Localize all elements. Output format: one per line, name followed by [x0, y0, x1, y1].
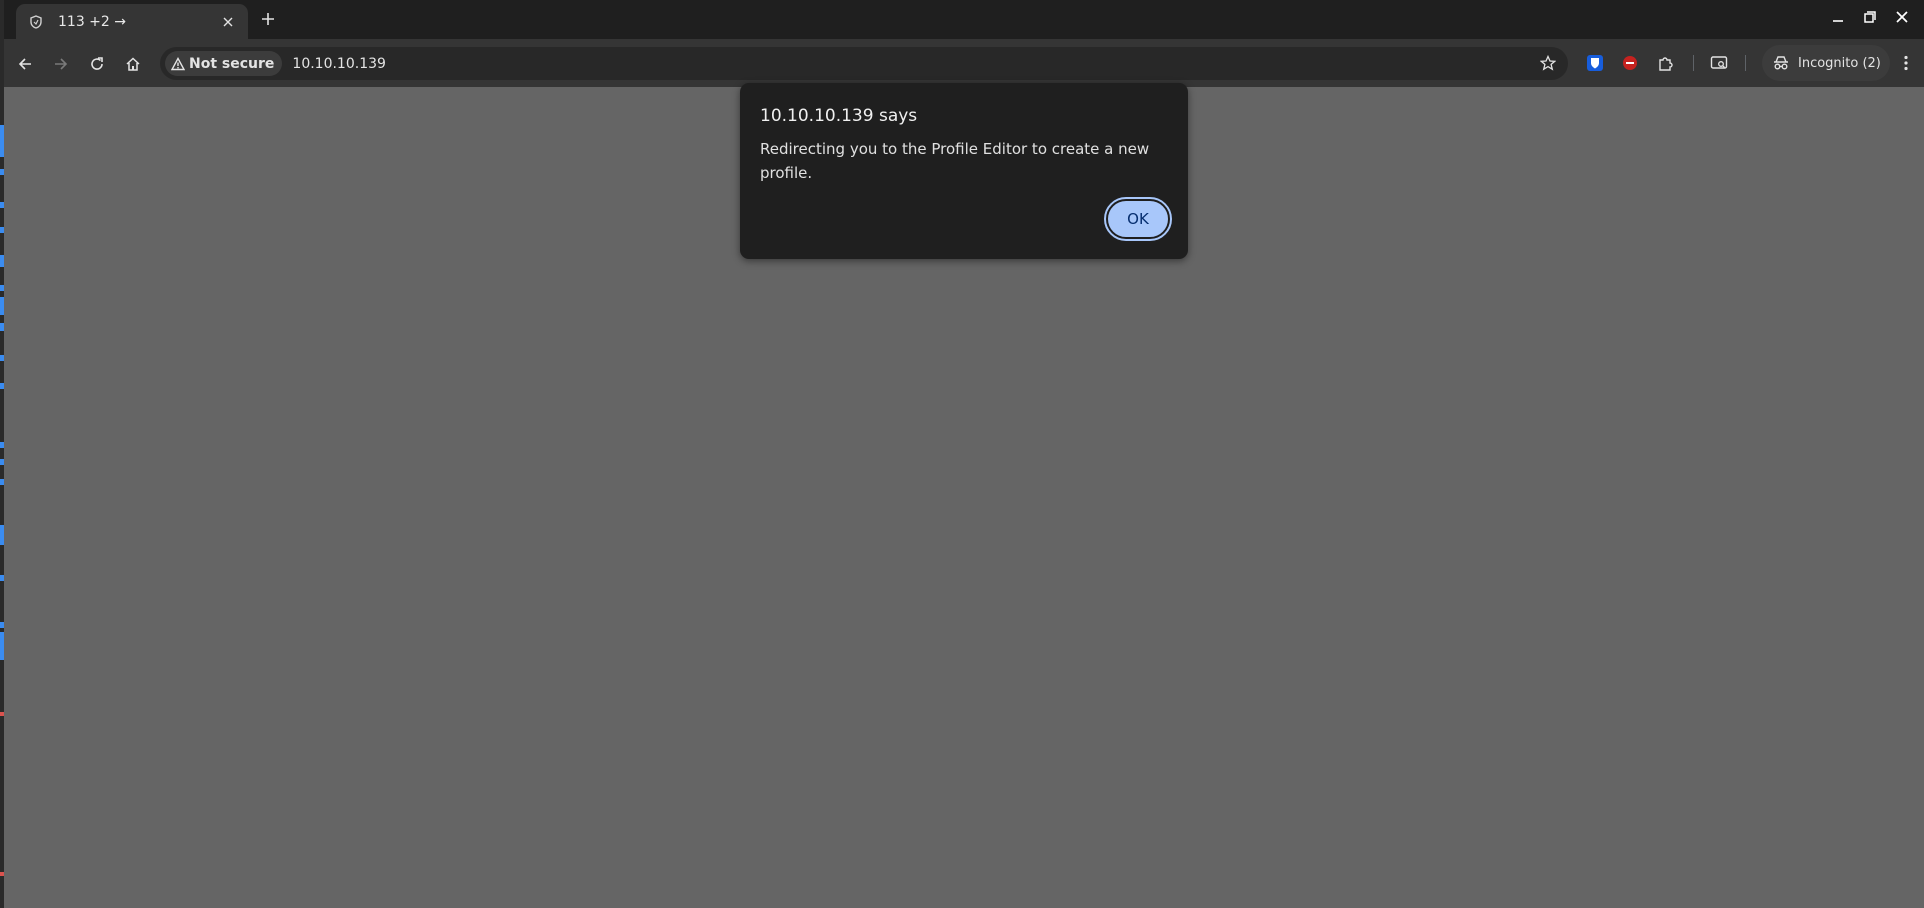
minimize-icon[interactable]: [1828, 7, 1848, 27]
bitwarden-extension-icon[interactable]: [1583, 51, 1607, 75]
close-window-icon[interactable]: [1892, 7, 1912, 27]
tab-search-icon[interactable]: [1707, 51, 1731, 75]
restore-icon[interactable]: [1860, 7, 1880, 27]
url-text[interactable]: 10.10.10.139: [292, 56, 386, 72]
back-arrow-icon[interactable]: [12, 51, 38, 77]
active-tab[interactable]: 113 +2 →: [16, 4, 248, 39]
alert-dialog: 10.10.10.139 says Redirecting you to the…: [740, 83, 1188, 259]
address-bar[interactable]: Not secure 10.10.10.139: [160, 47, 1568, 80]
dialog-title: 10.10.10.139 says: [760, 106, 918, 126]
toolbar-divider: [1745, 55, 1746, 71]
tab-strip: 113 +2 →: [0, 0, 1924, 39]
extensions-puzzle-icon[interactable]: [1654, 51, 1678, 75]
new-tab-plus-icon[interactable]: [256, 7, 280, 31]
block-extension-icon[interactable]: [1618, 51, 1642, 75]
reload-icon[interactable]: [84, 51, 110, 77]
dialog-message: Redirecting you to the Profile Editor to…: [760, 140, 1150, 182]
browser-toolbar: Not secure 10.10.10.139 Incognito (2): [0, 39, 1924, 87]
warning-triangle-icon: [171, 56, 185, 70]
kebab-menu-icon[interactable]: [1896, 51, 1916, 75]
incognito-icon: [1774, 56, 1788, 70]
profile-label: Incognito (2): [1798, 55, 1881, 71]
incognito-profile-button[interactable]: Incognito (2): [1762, 45, 1890, 81]
ok-button[interactable]: OK: [1104, 197, 1172, 241]
forward-arrow-icon[interactable]: [48, 51, 74, 77]
close-tab-icon[interactable]: [218, 12, 238, 32]
security-chip[interactable]: Not secure: [165, 51, 283, 76]
security-label: Not secure: [189, 55, 275, 72]
home-icon[interactable]: [120, 51, 146, 77]
tab-title: 113 +2 →: [58, 13, 126, 30]
toolbar-divider: [1693, 55, 1694, 71]
bookmark-star-icon[interactable]: [1538, 53, 1558, 73]
left-edge-markers: [0, 87, 4, 908]
shield-favicon-icon: [28, 14, 44, 30]
